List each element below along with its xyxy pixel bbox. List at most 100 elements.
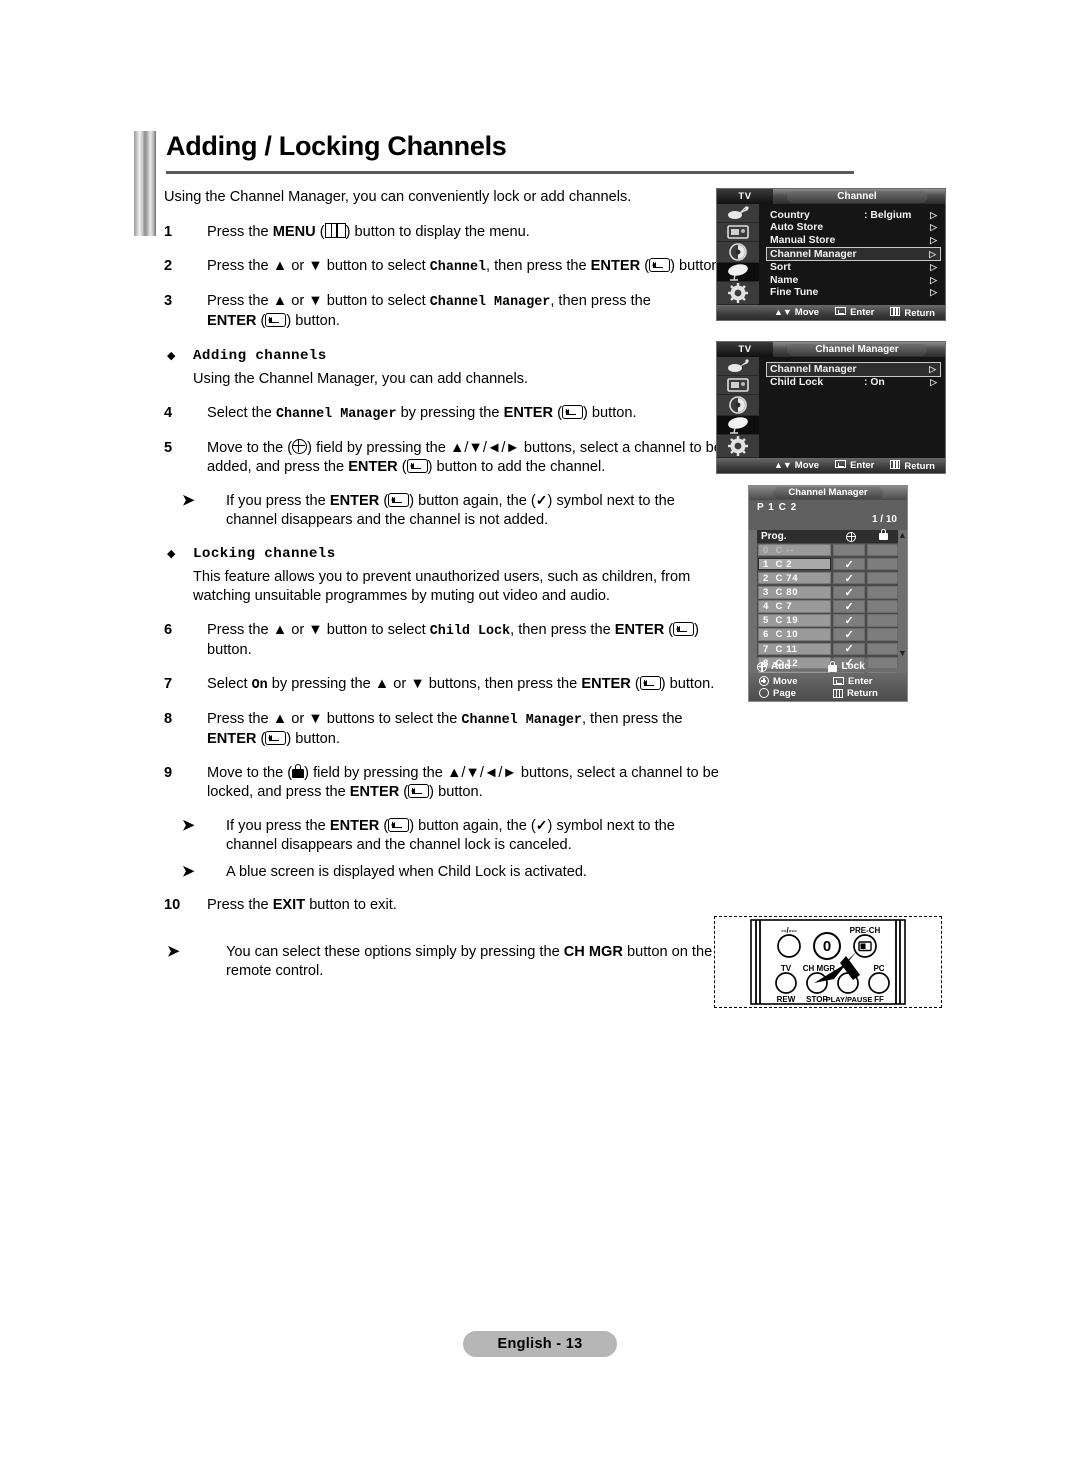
tip-ch-mgr: ➤ You can select these options simply by… (164, 943, 724, 981)
row-lock-cell[interactable] (866, 600, 898, 613)
channel-icon[interactable] (717, 263, 759, 282)
note-lock-bold: ENTER (329, 818, 380, 834)
row-add-cell[interactable]: ✓ (833, 628, 865, 641)
row-lock-cell[interactable] (866, 628, 898, 641)
scroll-up-icon[interactable]: ▲ (898, 530, 907, 540)
footer-row-1: Move Enter (759, 675, 907, 687)
four-way-arrow-icon (759, 676, 769, 686)
page-icon (759, 688, 769, 698)
note-add: ➤ If you press the ENTER () button again… (182, 492, 675, 528)
table-row[interactable]: 3 C 80 ✓ (757, 585, 899, 599)
enter-button-icon (265, 313, 287, 327)
diamond-bullet-icon: ◆ (167, 350, 176, 362)
sound-icon[interactable] (717, 395, 759, 416)
step-6-pre: Press the ▲ or ▼ button to select (207, 622, 430, 638)
osd-row-auto-store[interactable]: Auto Store ▷ (768, 222, 941, 235)
step-2-bold: ENTER (590, 258, 641, 274)
osd-row-manual-store[interactable]: Manual Store ▷ (768, 234, 941, 247)
note-lock-pre: If you press the (226, 818, 330, 834)
row-add-cell[interactable]: ✓ (833, 642, 865, 655)
osd-row-channel-manager[interactable]: Channel Manager ▷ (766, 362, 941, 377)
row-lock-cell[interactable] (866, 543, 898, 557)
row-lock-cell[interactable] (866, 614, 898, 627)
step-10-bold: EXIT (272, 897, 306, 913)
locking-channels-heading: Locking channels (193, 546, 336, 562)
step-1-post: ) button to display the menu. (345, 224, 530, 240)
remote-control-diagram: --/--- PRE-CH 0 TV CH MGR PC REW STOP PL… (714, 916, 942, 1008)
osd-row-child-lock[interactable]: Child Lock : On ▷ (768, 377, 941, 390)
osd-manager-footer: ▲▼ Move Enter Return (717, 458, 945, 473)
step-6-number: 6 (164, 622, 173, 638)
scroll-down-icon[interactable]: ▼ (898, 648, 907, 658)
step-6-bold: ENTER (614, 622, 665, 638)
footer-page: Page (759, 688, 833, 699)
step-8: 8 Press the ▲ or ▼ buttons to select the… (164, 711, 683, 747)
osd-row-country[interactable]: Country : Belgium ▷ (768, 209, 941, 222)
channel-list-scrollbar[interactable]: ▲ ▼ (898, 530, 907, 658)
row-lock-cell[interactable] (866, 586, 898, 599)
menu-icon (890, 306, 901, 316)
enter-button-icon (673, 622, 695, 636)
picture-icon[interactable] (717, 376, 759, 395)
step-5-post: ) button to add the channel. (427, 459, 606, 475)
note-arrow-icon: ➤ (182, 863, 195, 880)
enter-icon (835, 307, 847, 315)
osd-row-name[interactable]: Name ▷ (768, 274, 941, 287)
osd-channel-title: Channel (787, 190, 927, 203)
table-row[interactable]: 0 C -- (757, 543, 899, 557)
row-add-cell[interactable]: ✓ (833, 614, 865, 627)
step-6: 6 Press the ▲ or ▼ button to select Chil… (164, 622, 700, 658)
page-header: Adding / Locking Channels (134, 131, 854, 236)
remote-label-playpause: PLAY/PAUSE (826, 995, 873, 1004)
table-row[interactable]: 2 C 74 ✓ (757, 571, 899, 585)
step-8-bold: ENTER (207, 731, 257, 747)
osd-channel-tv-label: TV (717, 189, 773, 204)
remote-label-dash: --/--- (781, 926, 797, 935)
step-7-number: 7 (164, 676, 173, 692)
table-row[interactable]: 7 C 11 ✓ (757, 642, 899, 656)
row-lock-cell[interactable] (866, 557, 898, 571)
step-5-pre: Move to the ( (207, 440, 293, 456)
row-lock-cell[interactable] (866, 572, 898, 585)
sound-icon[interactable] (717, 242, 759, 263)
column-header-prog: Prog. (761, 531, 787, 542)
intro-paragraph: Using the Channel Manager, you can conve… (164, 189, 632, 205)
step-6-mid: , then press the (510, 622, 615, 638)
input-icon[interactable] (717, 357, 759, 376)
table-row[interactable]: 1 C 2 ✓ (757, 557, 899, 571)
step-8-pre: Press the ▲ or ▼ buttons to select the (207, 711, 462, 727)
step-10-number: 10 (164, 897, 181, 913)
locking-channels-section: ◆ Locking channels This feature allows y… (164, 544, 724, 606)
step-7-mono: On (251, 678, 268, 693)
row-add-cell[interactable]: ✓ (833, 586, 865, 599)
channel-list-title: Channel Manager (773, 487, 883, 499)
add-column-icon (846, 531, 857, 542)
remote-button-tv-rew (775, 972, 797, 994)
setup-gear-icon[interactable] (717, 282, 759, 305)
row-add-cell[interactable]: ✓ (833, 557, 865, 571)
step-9-post: ) button. (429, 784, 483, 800)
chevron-right-icon: ▷ (930, 377, 937, 388)
chevron-right-icon: ▷ (930, 287, 937, 298)
step-2: 2 Press the ▲ or ▼ button to select Chan… (164, 258, 724, 275)
osd-row-fine-tune[interactable]: Fine Tune ▷ (768, 287, 941, 300)
chevron-right-icon: ▷ (930, 262, 937, 273)
channel-icon[interactable] (717, 416, 759, 435)
channel-list-panel: Channel Manager P 1 C 2 1 / 10 Prog. 0 C… (748, 485, 908, 702)
row-add-cell[interactable]: ✓ (833, 600, 865, 613)
osd-row-channel-manager[interactable]: Channel Manager ▷ (766, 246, 941, 262)
current-channel-indicator: P 1 C 2 (757, 502, 798, 513)
setup-gear-icon[interactable] (717, 435, 759, 458)
table-row[interactable]: 6 C 10 ✓ (757, 628, 899, 642)
table-row[interactable]: 5 C 19 ✓ (757, 613, 899, 627)
row-add-cell[interactable]: ✓ (833, 572, 865, 585)
step-4-number: 4 (164, 405, 173, 421)
osd-row-sort[interactable]: Sort ▷ (768, 261, 941, 274)
osd-foot-enter: Enter (835, 307, 874, 318)
row-lock-cell[interactable] (866, 642, 898, 655)
enter-icon (833, 677, 844, 685)
row-add-cell[interactable] (833, 543, 865, 557)
input-icon[interactable] (717, 204, 759, 223)
picture-icon[interactable] (717, 223, 759, 242)
table-row[interactable]: 4 C 7 ✓ (757, 599, 899, 613)
